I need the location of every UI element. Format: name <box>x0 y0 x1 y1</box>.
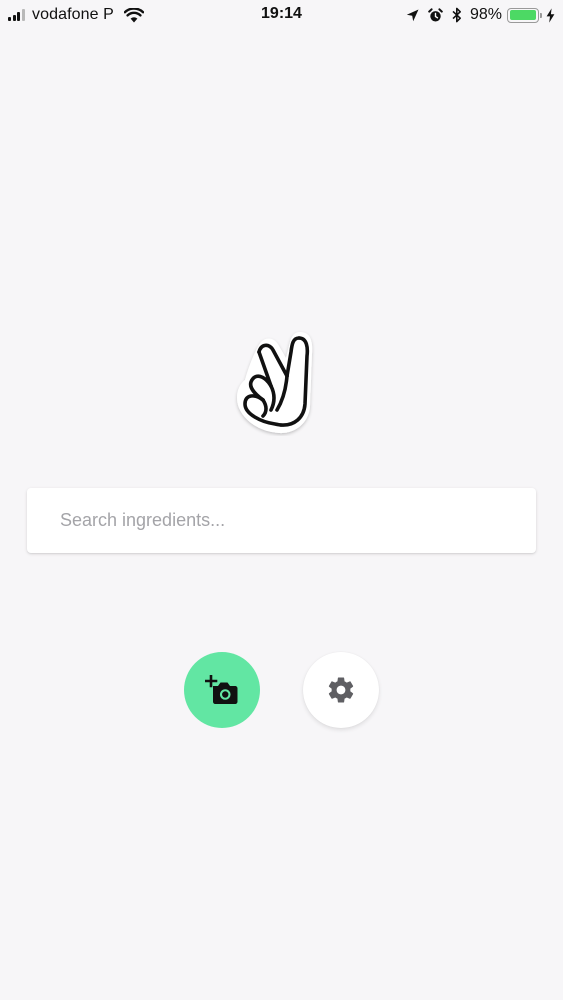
battery-percentage: 98% <box>469 6 502 23</box>
charging-bolt-icon <box>546 7 555 23</box>
battery-icon <box>507 7 542 23</box>
battery-cap <box>540 12 542 18</box>
status-bar: vodafone P 19:14 98% <box>0 0 563 30</box>
settings-button[interactable] <box>303 652 379 728</box>
search-box <box>27 488 536 553</box>
status-bar-right: 98% <box>397 5 555 25</box>
search-input[interactable] <box>60 488 500 553</box>
battery-level-fill <box>509 10 536 20</box>
add-camera-icon <box>205 675 239 705</box>
add-camera-button[interactable] <box>184 652 260 728</box>
location-arrow-icon <box>406 9 419 22</box>
bluetooth-icon <box>452 7 462 23</box>
alarm-icon <box>428 7 443 23</box>
peace-hand-logo-icon <box>231 328 321 436</box>
gear-icon <box>326 675 356 705</box>
